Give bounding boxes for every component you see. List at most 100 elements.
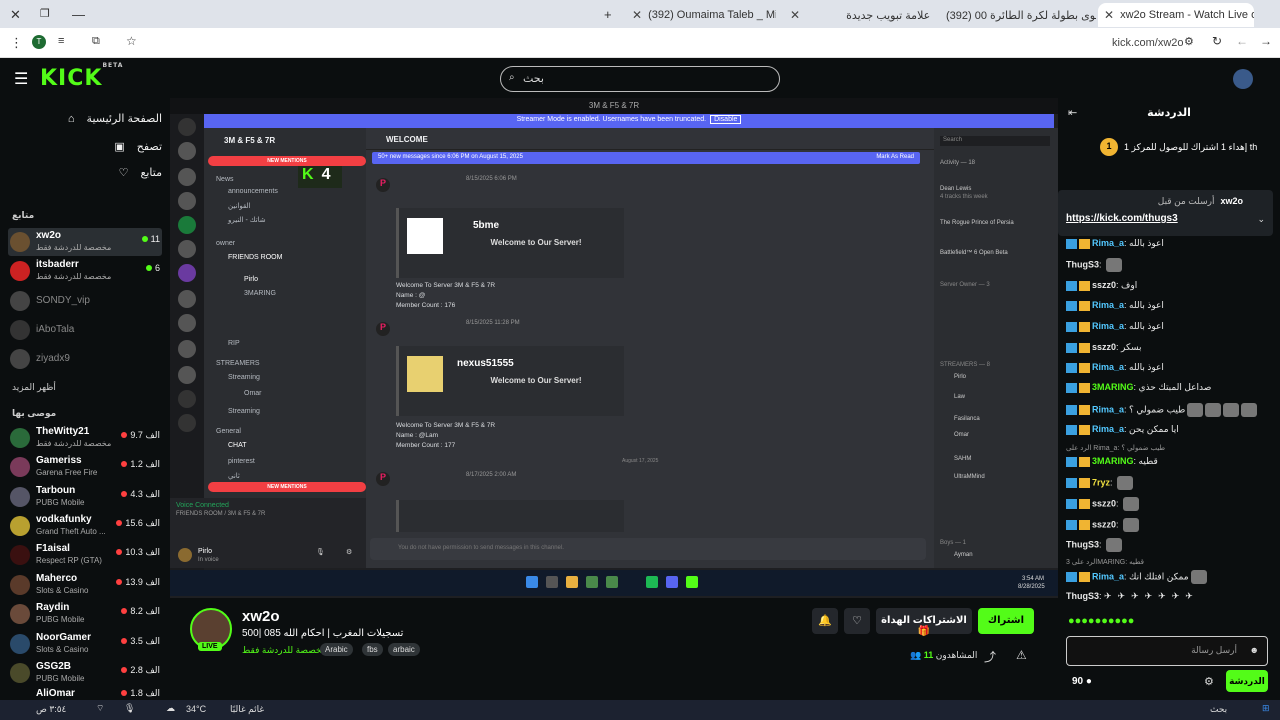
voice-user[interactable]: 3MARING bbox=[244, 290, 276, 297]
server-name[interactable]: 3M & F5 & 7R bbox=[224, 136, 275, 145]
streamer-name[interactable]: xw2o bbox=[242, 608, 280, 625]
bookmark-star-icon[interactable]: ☆ bbox=[126, 34, 137, 48]
server-icon[interactable] bbox=[178, 142, 196, 160]
mark-read-button[interactable]: Mark As Read bbox=[876, 154, 914, 160]
windows-start-icon[interactable]: ⊞ bbox=[1262, 703, 1270, 714]
add-server-icon[interactable] bbox=[178, 390, 196, 408]
emoji-icon[interactable]: ☻ bbox=[1250, 645, 1259, 655]
server-icon[interactable] bbox=[178, 168, 196, 186]
sidebar-channel-ziyadx9[interactable]: ziyadx9 bbox=[8, 345, 162, 373]
sidebar-channel-xw2o[interactable]: xw2o مخصصة للدردشة فقط 11 bbox=[8, 228, 162, 256]
member-item[interactable]: Ayman bbox=[954, 552, 973, 558]
voice-channel[interactable]: FRIENDS ROOM bbox=[228, 254, 282, 261]
server-icon[interactable] bbox=[178, 216, 196, 234]
new-mentions-pill[interactable]: NEW MENTIONS bbox=[208, 482, 366, 492]
reload-icon[interactable]: ↻ bbox=[1212, 34, 1222, 48]
channel-item[interactable]: announcements bbox=[228, 188, 278, 195]
server-icon[interactable] bbox=[178, 264, 196, 282]
activity-item[interactable]: Dean Lewis bbox=[940, 186, 971, 192]
channel-item[interactable]: القوانين bbox=[228, 202, 251, 210]
member-item[interactable]: SAHM bbox=[954, 456, 971, 462]
chevron-down-icon[interactable]: ⌄ bbox=[1257, 214, 1265, 225]
server-icon[interactable] bbox=[178, 340, 196, 358]
video-player[interactable]: 3M & F5 & 7R Streamer Mode is enabled. U… bbox=[170, 98, 1058, 598]
sidebar-channel-f1aisal[interactable]: F1aisal Respect RP (GTA) 10.3 الف bbox=[8, 541, 162, 569]
new-messages-bar[interactable]: 50+ new messages since 6:06 PM on August… bbox=[372, 152, 920, 164]
stream-tag[interactable]: Arabic bbox=[320, 643, 353, 656]
stream-tag[interactable]: arbaic bbox=[388, 643, 420, 656]
tab-oumaima[interactable]: ✕ (392) Oumaima Taleb _ Mi bbox=[626, 3, 776, 27]
channel-category[interactable]: News bbox=[216, 176, 234, 183]
unfollow-button[interactable]: ♡ bbox=[844, 608, 870, 634]
close-tab-icon[interactable]: ✕ bbox=[1104, 8, 1114, 22]
new-mentions-pill[interactable]: NEW MENTIONS bbox=[208, 156, 366, 166]
channel-item[interactable]: CHAT bbox=[228, 442, 247, 449]
channel-item[interactable]: شاتك - النيرو bbox=[228, 216, 266, 224]
activity-item[interactable]: Battlefield™ 6 Open Beta bbox=[940, 250, 1008, 256]
mic-icon[interactable]: 🎙 bbox=[316, 548, 325, 556]
message-input[interactable]: You do not have permission to send messa… bbox=[370, 538, 926, 560]
disable-button[interactable]: Disable bbox=[710, 115, 742, 124]
channel-item[interactable]: ثاني bbox=[228, 472, 240, 480]
kick-logo[interactable]: KICKBETA bbox=[40, 62, 123, 91]
sidebar-channel-maherco[interactable]: Maherco Slots & Casino 13.9 الف bbox=[8, 571, 162, 599]
sidebar-channel-raydin[interactable]: Raydin PUBG Mobile 8.2 الف bbox=[8, 600, 162, 628]
chat-input[interactable]: أرسل رسالة ☻ bbox=[1066, 636, 1268, 666]
channel-category[interactable]: STREAMERS bbox=[216, 360, 260, 367]
url-field[interactable]: kick.com/xw2o bbox=[1112, 37, 1184, 49]
share-icon[interactable]: ⤴ bbox=[984, 648, 996, 665]
user-avatar[interactable] bbox=[1233, 69, 1253, 89]
voice-channel[interactable]: Streaming bbox=[228, 374, 260, 381]
close-tab-icon[interactable]: ✕ bbox=[790, 8, 800, 22]
clock[interactable]: ٣:٥٤ ص bbox=[36, 704, 66, 715]
search-input[interactable]: ⌕ بحث bbox=[500, 66, 780, 92]
pinned-link[interactable]: https://kick.com/thugs3 bbox=[1066, 213, 1178, 224]
media-control-icon[interactable]: ≡ bbox=[58, 35, 64, 47]
member-item[interactable]: Omar bbox=[954, 432, 969, 438]
channel-item[interactable]: pinterest bbox=[228, 458, 255, 465]
chat-send-button[interactable]: الدردشة bbox=[1226, 670, 1268, 692]
stream-category[interactable]: مخصصة للدردشة فقط bbox=[242, 645, 327, 656]
subscribe-button[interactable]: اشتراك bbox=[978, 608, 1034, 634]
minimize-window-icon[interactable]: — bbox=[72, 7, 85, 22]
sidebar-channel-gameriss[interactable]: Gameriss Garena Free Fire 1.2 الف bbox=[8, 453, 162, 481]
forward-icon[interactable]: ← bbox=[1236, 34, 1248, 48]
menu-dots-icon[interactable]: ⋮ bbox=[10, 35, 23, 51]
server-icon[interactable] bbox=[178, 366, 196, 384]
channel-category[interactable]: owner bbox=[216, 240, 235, 247]
emote-bar[interactable]: ●●●●●●●●●● bbox=[1068, 615, 1134, 627]
channel-item[interactable]: RIP bbox=[228, 340, 240, 347]
tab-volleyball[interactable]: (392) اقوى بطولة لكرة الطائرة 00 bbox=[940, 3, 1096, 27]
back-icon[interactable]: → bbox=[1260, 34, 1272, 48]
nav-home[interactable]: ⌂ الصفحة الرئيسية bbox=[12, 112, 162, 126]
activity-item[interactable]: The Rogue Prince of Persia bbox=[940, 220, 1014, 226]
member-search[interactable]: Search bbox=[940, 136, 1050, 146]
close-tab-icon[interactable]: ✕ bbox=[632, 8, 642, 22]
report-icon[interactable]: ⚠ bbox=[1016, 648, 1027, 662]
discord-icon[interactable] bbox=[178, 118, 196, 136]
sidebar-channel-gsg2b[interactable]: GSG2B PUBG Mobile 2.8 الف bbox=[8, 659, 162, 687]
settings-icon[interactable]: ⚙ bbox=[1204, 675, 1214, 688]
extensions-icon[interactable]: ⧉ bbox=[92, 35, 100, 48]
tab-new-tab[interactable]: ✕ علامة تبويب جديدة bbox=[784, 3, 934, 27]
stream-tag[interactable]: fbs bbox=[362, 643, 383, 656]
hamburger-menu-icon[interactable]: ☰ bbox=[14, 69, 28, 89]
sidebar-channel-tarboun[interactable]: Tarboun PUBG Mobile 4.3 الف bbox=[8, 483, 162, 511]
sidebar-channel-vodkafunky[interactable]: vodkafunky Grand Theft Auto ... 15.6 الف bbox=[8, 512, 162, 540]
channel-points[interactable]: 90 ● bbox=[1072, 676, 1092, 687]
gift-subs-button[interactable]: الاشتراكات الهداة 🎁 bbox=[876, 608, 972, 637]
taskbar-search[interactable]: بحث bbox=[1210, 704, 1227, 715]
sidebar-channel-noorgamer[interactable]: NoorGamer Slots & Casino 3.5 الف bbox=[8, 630, 162, 658]
sidebar-channel-itsbaderr[interactable]: itsbaderr مخصصة للدردشة فقط 6 bbox=[8, 257, 162, 285]
close-window-icon[interactable]: ✕ bbox=[10, 7, 21, 23]
member-item[interactable]: Fasilanca bbox=[954, 416, 980, 422]
mic-icon[interactable]: 🎙 bbox=[124, 703, 135, 714]
member-item[interactable]: UltraMMind bbox=[954, 474, 985, 480]
server-icon[interactable] bbox=[178, 314, 196, 332]
voice-user[interactable]: Pirlo bbox=[244, 276, 258, 283]
sidebar-channel-iabotala[interactable]: iAboTala bbox=[8, 316, 162, 344]
nav-browse[interactable]: ▣ تصفح bbox=[12, 140, 162, 153]
nav-following[interactable]: ♡ متابع bbox=[12, 166, 162, 179]
member-item[interactable]: Law bbox=[954, 394, 965, 400]
member-item[interactable]: Pirlo bbox=[954, 374, 966, 380]
